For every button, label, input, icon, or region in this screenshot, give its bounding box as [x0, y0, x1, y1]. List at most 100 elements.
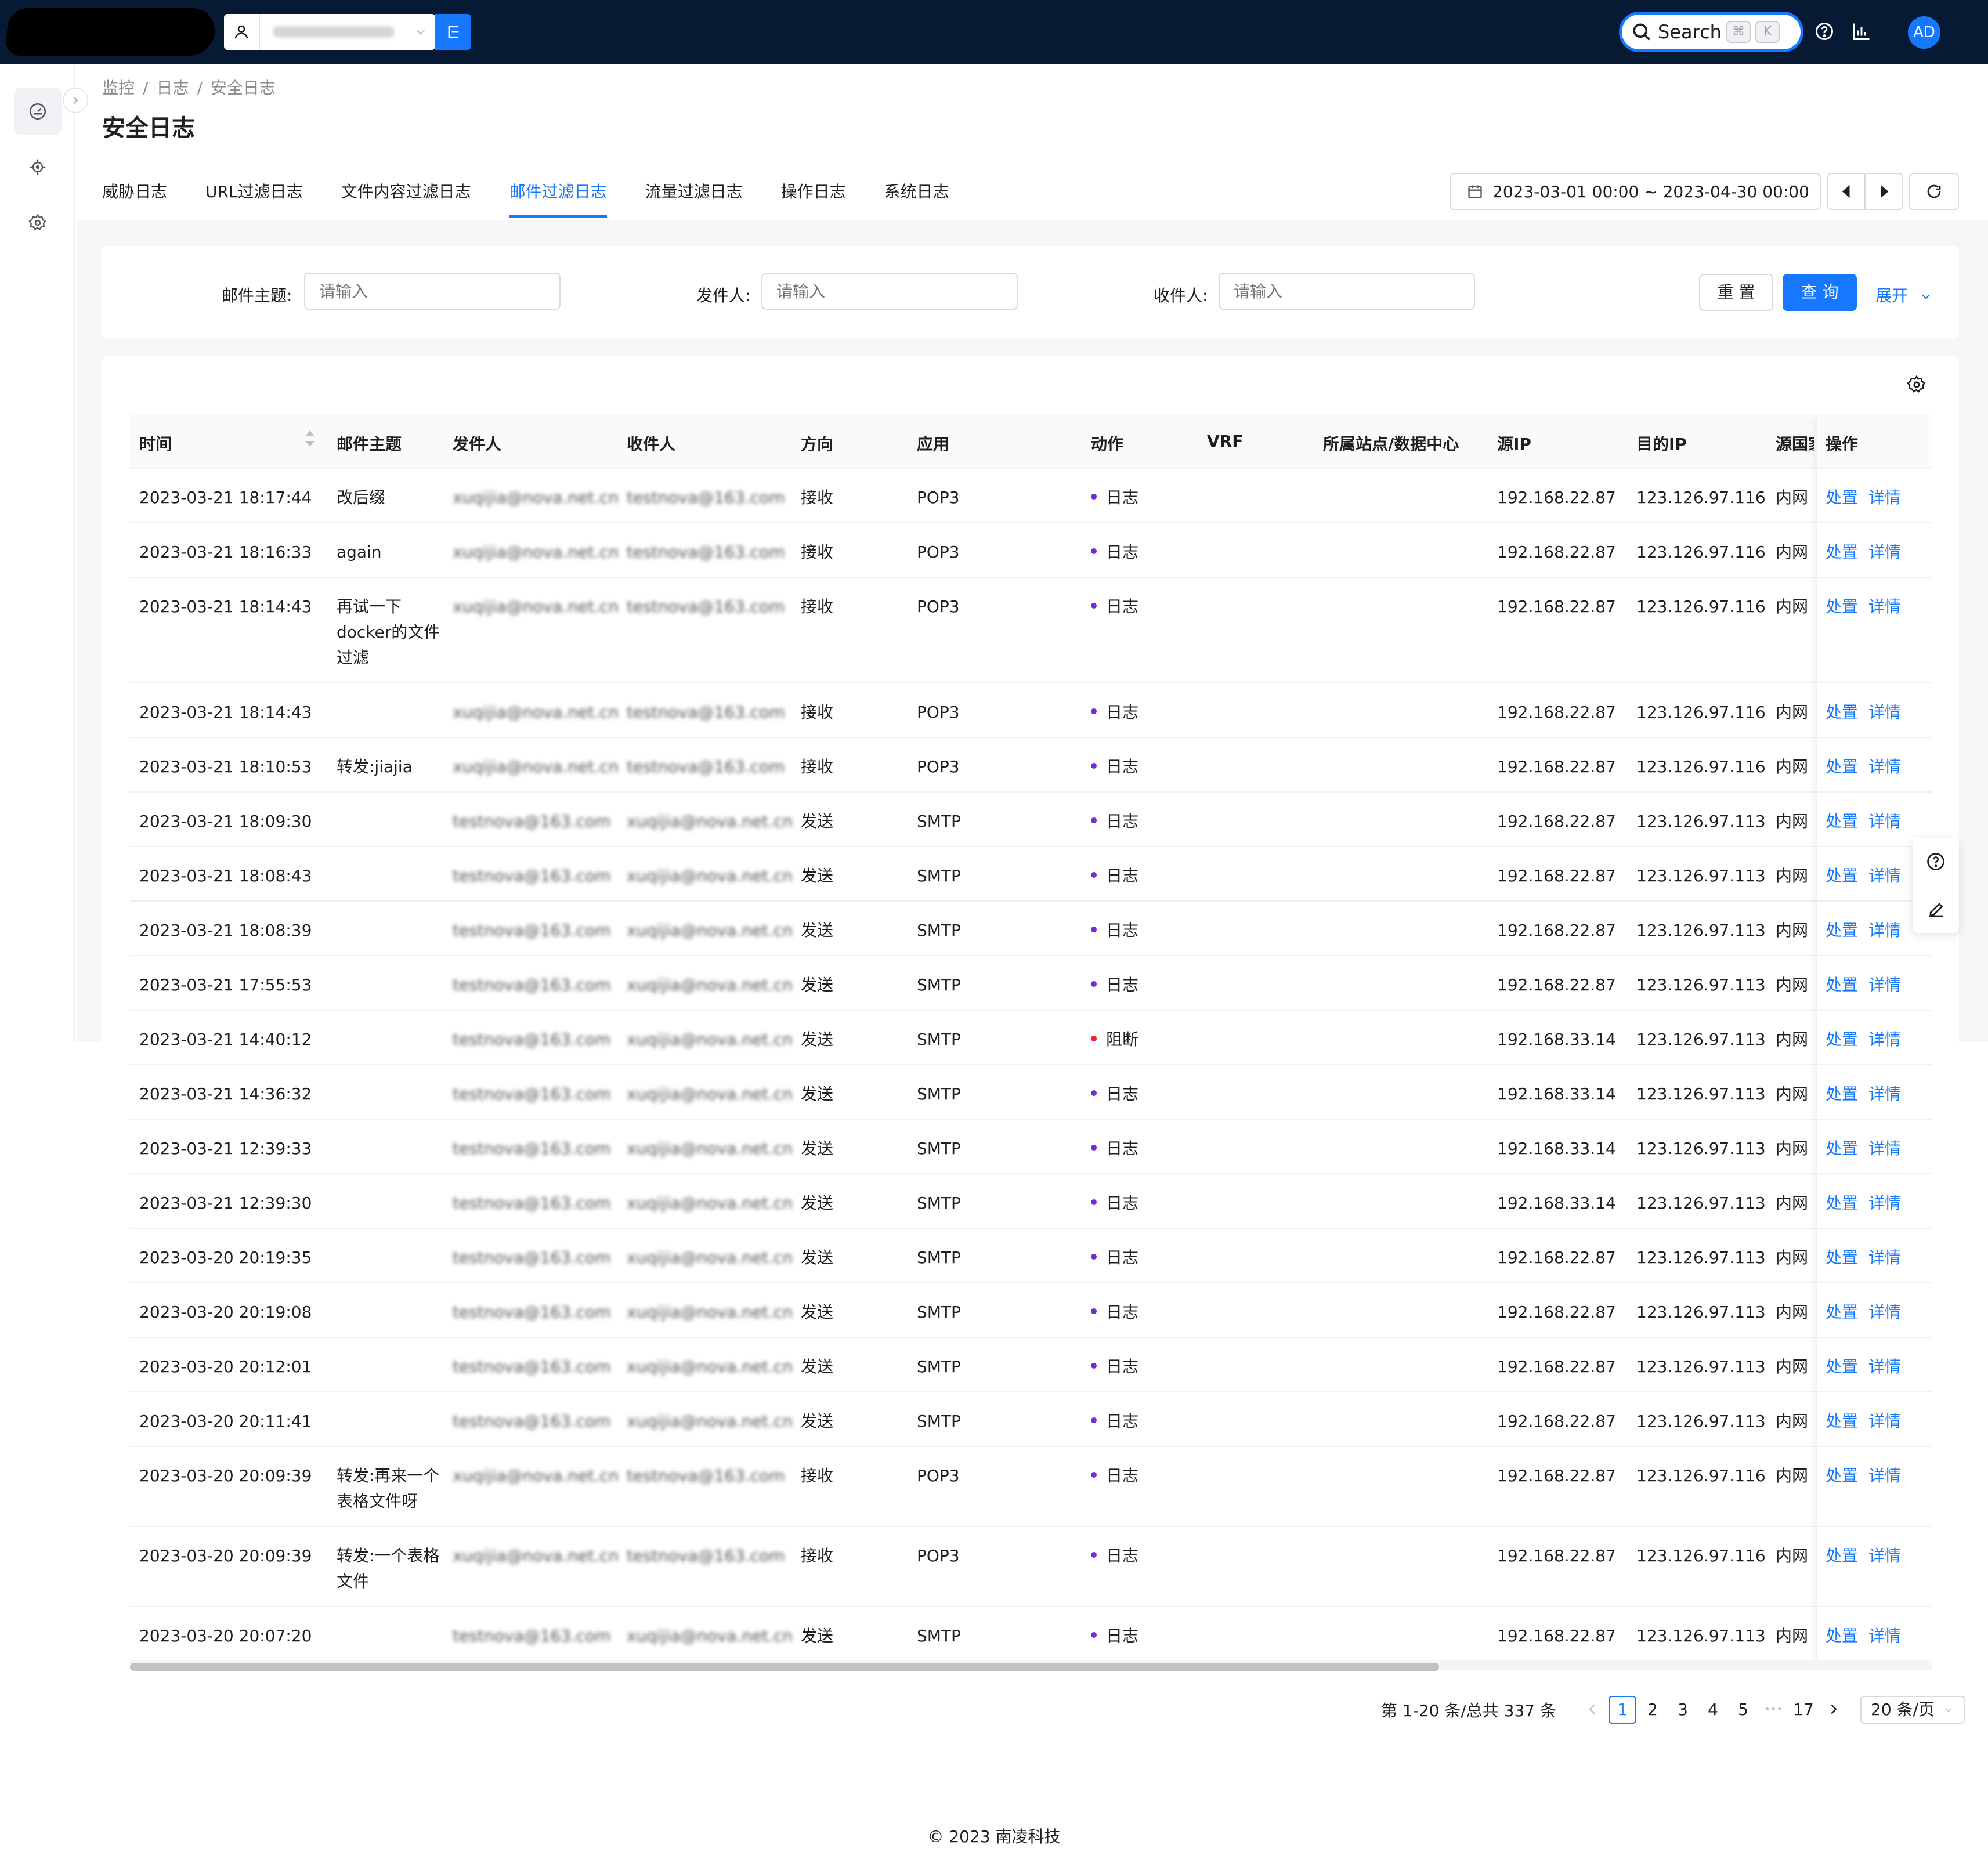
chart-icon[interactable] — [1851, 21, 1872, 46]
cell-sender: testnova@163.com — [453, 921, 611, 940]
column-header-time[interactable]: 时间 — [139, 432, 172, 455]
sender-input[interactable] — [761, 273, 1018, 310]
sidebar-item-monitor[interactable] — [14, 88, 62, 135]
dispose-link[interactable]: 处置 — [1826, 488, 1858, 507]
tab-mail-filter-log[interactable]: 邮件过滤日志 — [509, 168, 607, 218]
page-17[interactable]: 17 — [1790, 1696, 1817, 1724]
expand-toggle[interactable]: 展开 — [1875, 283, 1933, 306]
detail-link[interactable]: 详情 — [1868, 1546, 1901, 1565]
prev-page-button[interactable] — [1578, 1696, 1606, 1724]
cell-operations: 处置 详情 — [1826, 1136, 1911, 1162]
action-label: 日志 — [1106, 1466, 1139, 1485]
detail-link[interactable]: 详情 — [1868, 757, 1901, 776]
dispose-link[interactable]: 处置 — [1826, 1412, 1858, 1431]
dispose-link[interactable]: 处置 — [1826, 1546, 1858, 1565]
next-period-button[interactable] — [1866, 174, 1902, 209]
reset-button[interactable]: 重 置 — [1699, 274, 1773, 311]
page-3[interactable]: 3 — [1669, 1696, 1697, 1724]
dispose-link[interactable]: 处置 — [1826, 1626, 1858, 1645]
tab-url-log[interactable]: URL过滤日志 — [205, 168, 303, 218]
refresh-button[interactable] — [1909, 173, 1959, 210]
dispose-link[interactable]: 处置 — [1826, 812, 1858, 831]
collapse-toggle[interactable] — [63, 88, 88, 113]
detail-link[interactable]: 详情 — [1868, 542, 1901, 562]
dispose-link[interactable]: 处置 — [1826, 1193, 1858, 1213]
dispose-link[interactable]: 处置 — [1826, 1357, 1858, 1376]
cell-src-country: 内网 — [1776, 488, 1809, 507]
query-button[interactable]: 查 询 — [1783, 274, 1857, 311]
cell-action: 阻断 — [1091, 1027, 1138, 1052]
dispose-link[interactable]: 处置 — [1826, 975, 1858, 994]
detail-link[interactable]: 详情 — [1868, 812, 1901, 831]
dispose-link[interactable]: 处置 — [1826, 1303, 1858, 1322]
page-4[interactable]: 4 — [1699, 1696, 1727, 1724]
dispose-link[interactable]: 处置 — [1826, 1030, 1858, 1049]
dispose-link[interactable]: 处置 — [1826, 542, 1858, 562]
detail-link[interactable]: 详情 — [1868, 1084, 1901, 1104]
cell-app: SMTP — [917, 1193, 961, 1213]
detail-link[interactable]: 详情 — [1868, 1248, 1901, 1267]
page-2[interactable]: 2 — [1639, 1696, 1667, 1724]
tab-traffic-log[interactable]: 流量过滤日志 — [645, 168, 743, 218]
detail-link[interactable]: 详情 — [1868, 597, 1901, 616]
detail-link[interactable]: 详情 — [1868, 921, 1901, 940]
table-row: 2023-03-21 18:08:39 testnova@163.com xuqij… — [130, 902, 1932, 956]
detail-link[interactable]: 详情 — [1868, 1030, 1901, 1049]
cell-dst-ip: 123.126.97.113 — [1636, 1303, 1766, 1322]
next-page-button[interactable] — [1820, 1696, 1848, 1724]
cell-time: 2023-03-20 20:07:20 — [139, 1626, 312, 1645]
horizontal-scrollbar[interactable] — [130, 1663, 1439, 1671]
detail-link[interactable]: 详情 — [1868, 1626, 1901, 1645]
dispose-link[interactable]: 处置 — [1826, 921, 1858, 940]
prev-period-button[interactable] — [1828, 174, 1866, 209]
sidebar-item-settings[interactable] — [14, 199, 62, 247]
dispose-link[interactable]: 处置 — [1826, 866, 1858, 885]
dispose-link[interactable]: 处置 — [1826, 597, 1858, 616]
column-settings-icon[interactable] — [1907, 375, 1926, 399]
detail-link[interactable]: 详情 — [1868, 1357, 1901, 1376]
detail-link[interactable]: 详情 — [1868, 1412, 1901, 1431]
cell-operations: 处置 详情 — [1826, 1543, 1911, 1569]
detail-link[interactable]: 详情 — [1868, 975, 1901, 994]
tab-threat-log[interactable]: 威胁日志 — [102, 168, 167, 218]
dispose-link[interactable]: 处置 — [1826, 1139, 1858, 1158]
date-range-picker[interactable]: 2023-03-01 00:00 ~ 2023-04-30 00:00 — [1450, 173, 1821, 210]
help-icon[interactable] — [1814, 21, 1835, 46]
cell-src-ip: 192.168.22.87 — [1497, 1626, 1616, 1645]
detail-link[interactable]: 详情 — [1868, 866, 1901, 885]
avatar[interactable]: AD — [1908, 16, 1940, 49]
page-5[interactable]: 5 — [1729, 1696, 1757, 1724]
cell-operations: 处置 详情 — [1826, 1354, 1911, 1380]
dispose-link[interactable]: 处置 — [1826, 1248, 1858, 1267]
tab-system-log[interactable]: 系统日志 — [884, 168, 949, 218]
tab-file-content-log[interactable]: 文件内容过滤日志 — [341, 168, 471, 218]
dispose-link[interactable]: 处置 — [1826, 703, 1858, 722]
detail-link[interactable]: 详情 — [1868, 1193, 1901, 1213]
detail-link[interactable]: 详情 — [1868, 488, 1901, 507]
page-size-select[interactable]: 20 条/页 — [1860, 1696, 1965, 1724]
detail-link[interactable]: 详情 — [1868, 703, 1901, 722]
dispose-link[interactable]: 处置 — [1826, 1084, 1858, 1104]
subject-input[interactable] — [304, 273, 561, 310]
cell-operations: 处置 详情 — [1826, 1463, 1911, 1489]
detail-link[interactable]: 详情 — [1868, 1303, 1901, 1322]
breadcrumb-item[interactable]: 日志 — [156, 78, 189, 97]
page-1[interactable]: 1 — [1609, 1696, 1637, 1724]
sort-icon[interactable] — [304, 429, 316, 452]
dispose-link[interactable]: 处置 — [1826, 757, 1858, 776]
switch-button[interactable] — [435, 14, 471, 50]
recipient-input[interactable] — [1219, 273, 1475, 310]
sidebar-item-target[interactable] — [14, 143, 62, 191]
detail-link[interactable]: 详情 — [1868, 1466, 1901, 1485]
cell-src-country: 内网 — [1776, 1412, 1809, 1431]
feedback-float-button[interactable] — [1913, 885, 1959, 933]
help-float-button[interactable] — [1913, 838, 1959, 885]
detail-link[interactable]: 详情 — [1868, 1139, 1901, 1158]
dispose-link[interactable]: 处置 — [1826, 1466, 1858, 1485]
tab-operation-log[interactable]: 操作日志 — [781, 168, 846, 218]
breadcrumb-item[interactable]: 监控 — [102, 78, 135, 97]
cell-app: SMTP — [917, 1248, 961, 1267]
page-ellipsis[interactable]: ••• — [1759, 1696, 1787, 1724]
tenant-selector[interactable] — [224, 14, 435, 50]
global-search[interactable]: Search ⌘ K — [1619, 12, 1803, 52]
